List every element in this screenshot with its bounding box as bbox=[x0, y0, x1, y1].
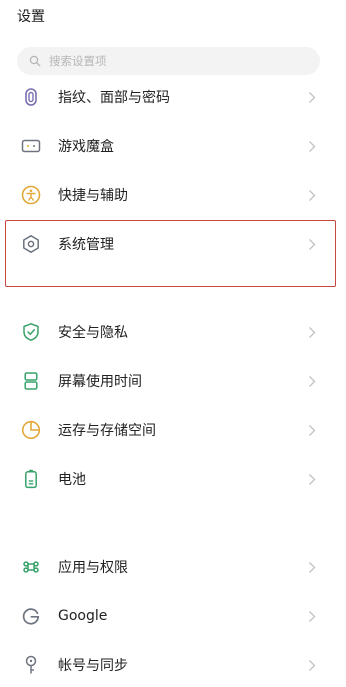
fingerprint-icon bbox=[20, 86, 42, 108]
chevron-right-icon bbox=[308, 188, 318, 202]
settings-item-label: Google bbox=[58, 608, 108, 624]
search-bar[interactable]: 搜索设置项 bbox=[17, 47, 320, 75]
apps-icon bbox=[20, 556, 42, 578]
page-title: 设置 bbox=[17, 9, 45, 25]
accessibility-icon bbox=[20, 184, 42, 206]
settings-item-game-box[interactable]: 游戏魔盒 bbox=[0, 124, 346, 168]
chevron-right-icon bbox=[308, 609, 318, 623]
settings-item-apps-permissions[interactable]: 应用与权限 bbox=[0, 545, 346, 589]
game-box-icon bbox=[20, 135, 42, 157]
settings-item-battery[interactable]: 电池 bbox=[0, 457, 346, 501]
hourglass-icon bbox=[20, 370, 42, 392]
chevron-right-icon bbox=[308, 90, 318, 104]
chevron-right-icon bbox=[308, 423, 318, 437]
settings-item-shortcuts-accessibility[interactable]: 快捷与辅助 bbox=[0, 173, 346, 217]
key-icon bbox=[20, 654, 42, 676]
google-icon bbox=[20, 605, 42, 627]
settings-item-label: 帐号与同步 bbox=[58, 658, 128, 674]
search-placeholder: 搜索设置项 bbox=[49, 54, 107, 68]
settings-item-label: 游戏魔盒 bbox=[58, 139, 114, 155]
storage-pie-icon bbox=[20, 419, 42, 441]
settings-item-fingerprint[interactable]: 指纹、面部与密码 bbox=[0, 75, 346, 119]
chevron-right-icon bbox=[308, 325, 318, 339]
chevron-right-icon bbox=[308, 472, 318, 486]
chevron-right-icon bbox=[308, 658, 318, 672]
settings-item-security-privacy[interactable]: 安全与隐私 bbox=[0, 310, 346, 354]
search-icon bbox=[28, 54, 42, 68]
settings-item-ram-storage[interactable]: 运存与存储空间 bbox=[0, 408, 346, 452]
settings-item-label: 电池 bbox=[58, 472, 86, 488]
battery-icon bbox=[20, 468, 42, 490]
chevron-right-icon bbox=[308, 139, 318, 153]
chevron-right-icon bbox=[308, 374, 318, 388]
settings-item-label: 应用与权限 bbox=[58, 560, 128, 576]
highlight-box bbox=[5, 220, 336, 287]
chevron-right-icon bbox=[308, 560, 318, 574]
settings-item-screen-time[interactable]: 屏幕使用时间 bbox=[0, 359, 346, 403]
settings-item-label: 快捷与辅助 bbox=[58, 188, 128, 204]
settings-item-label: 安全与隐私 bbox=[58, 325, 128, 341]
settings-item-label: 指纹、面部与密码 bbox=[58, 90, 170, 106]
shield-icon bbox=[20, 321, 42, 343]
settings-item-label: 屏幕使用时间 bbox=[58, 374, 142, 390]
settings-item-google[interactable]: Google bbox=[0, 594, 346, 638]
settings-item-accounts-sync[interactable]: 帐号与同步 bbox=[0, 643, 346, 687]
settings-item-label: 运存与存储空间 bbox=[58, 423, 156, 439]
